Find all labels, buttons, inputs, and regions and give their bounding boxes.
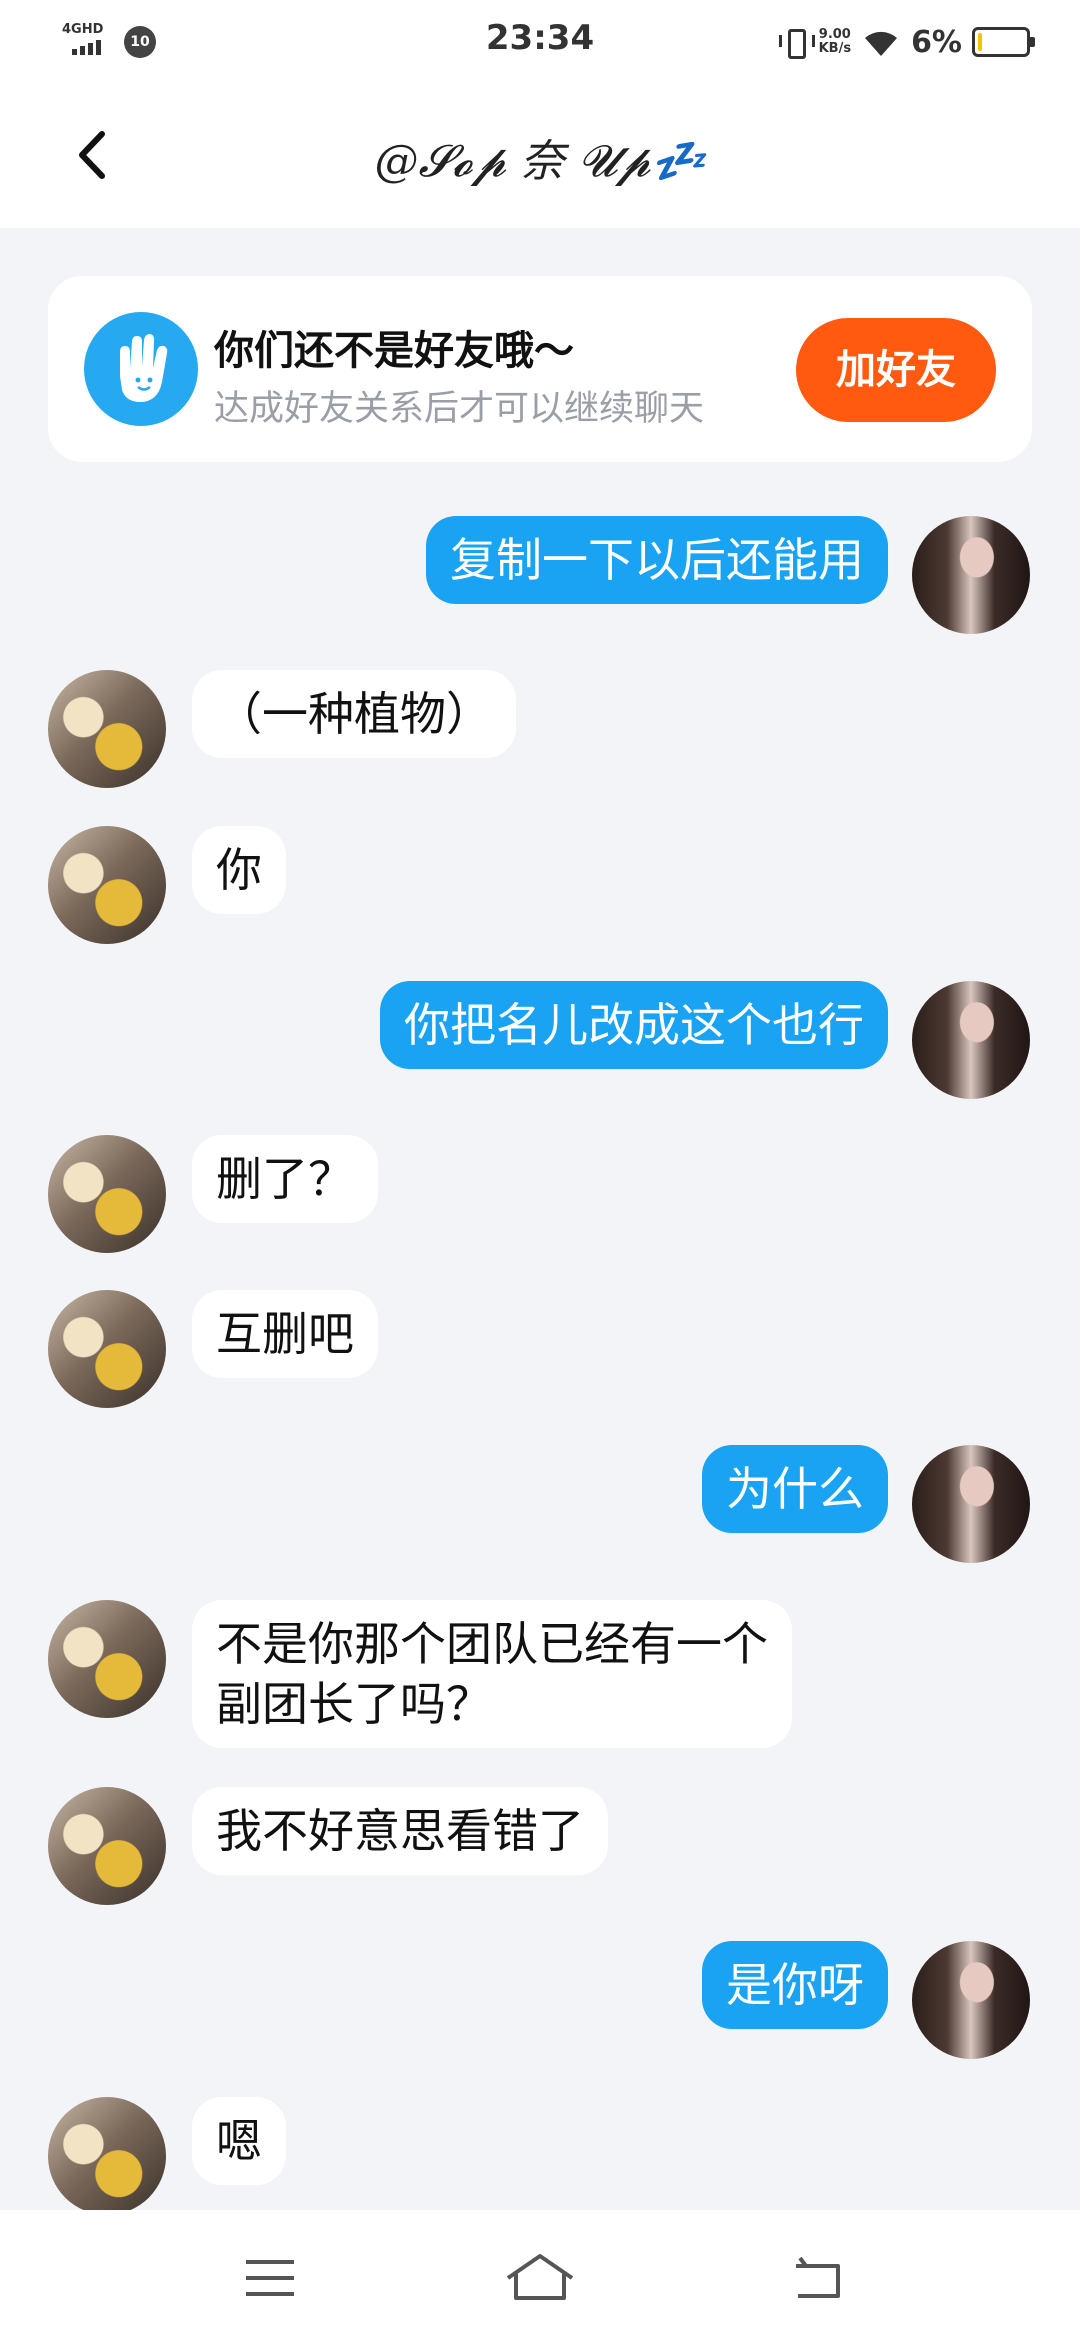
outgoing-message[interactable]: 是你呀 bbox=[702, 1941, 888, 2029]
incoming-message[interactable]: 我不好意思看错了 bbox=[192, 1787, 608, 1875]
my-avatar[interactable] bbox=[912, 1941, 1030, 2059]
contact-avatar[interactable] bbox=[48, 2097, 166, 2215]
hand-wave-icon bbox=[84, 312, 198, 426]
my-avatar[interactable] bbox=[912, 981, 1030, 1099]
contact-avatar[interactable] bbox=[48, 1290, 166, 1408]
incoming-message[interactable]: 删了？ bbox=[192, 1135, 378, 1223]
outgoing-message[interactable]: 为什么 bbox=[702, 1445, 888, 1533]
contact-avatar[interactable] bbox=[48, 1787, 166, 1905]
banner-subtitle: 达成好友关系后才可以继续聊天 bbox=[214, 389, 705, 429]
friend-request-banner: 你们还不是好友哦～ 达成好友关系后才可以继续聊天 加好友 bbox=[48, 276, 1032, 462]
contact-avatar[interactable] bbox=[48, 826, 166, 944]
contact-avatar[interactable] bbox=[48, 1135, 166, 1253]
home-icon[interactable] bbox=[500, 2248, 580, 2308]
chat-header: @𝓢𝓸𝓹 奈 𝓤𝓹💤 bbox=[0, 80, 1080, 228]
contact-avatar[interactable] bbox=[48, 1600, 166, 1718]
banner-title: 你们还不是好友哦～ bbox=[214, 328, 574, 374]
contact-avatar[interactable] bbox=[48, 670, 166, 788]
incoming-message[interactable]: 嗯 bbox=[192, 2097, 286, 2185]
incoming-message[interactable]: 互删吧 bbox=[192, 1290, 378, 1378]
add-friend-button[interactable]: 加好友 bbox=[796, 318, 996, 422]
outgoing-message[interactable]: 复制一下以后还能用 bbox=[426, 516, 888, 604]
outgoing-message[interactable]: 你把名儿改成这个也行 bbox=[380, 981, 888, 1069]
chat-title: @𝓢𝓸𝓹 奈 𝓤𝓹💤 bbox=[374, 136, 706, 187]
system-nav-bar bbox=[0, 2210, 1080, 2340]
my-avatar[interactable] bbox=[912, 1445, 1030, 1563]
my-avatar[interactable] bbox=[912, 516, 1030, 634]
menu-icon[interactable] bbox=[230, 2248, 310, 2308]
incoming-message[interactable]: （一种植物） bbox=[192, 670, 516, 758]
back-icon[interactable] bbox=[782, 2248, 862, 2308]
incoming-message[interactable]: 你 bbox=[192, 826, 286, 914]
incoming-message[interactable]: 不是你那个团队已经有一个 副团长了吗？ bbox=[192, 1600, 792, 1748]
